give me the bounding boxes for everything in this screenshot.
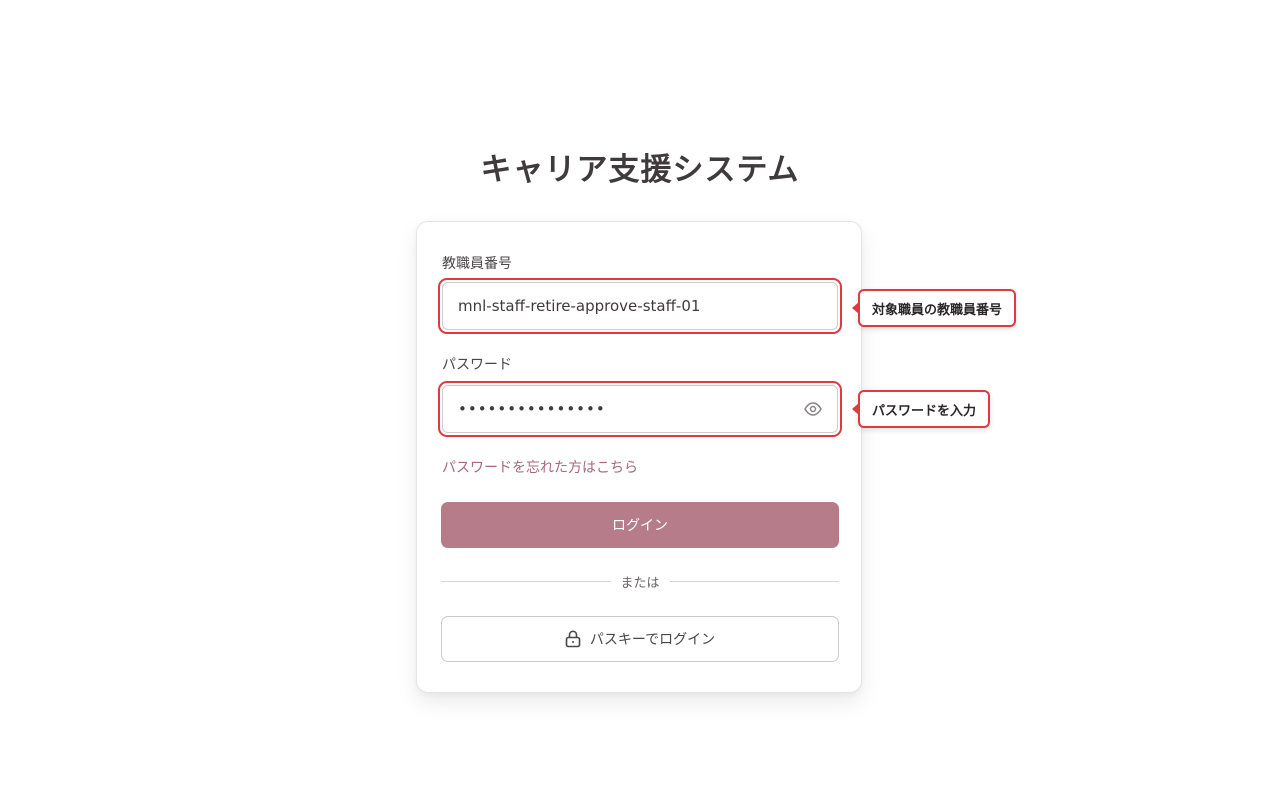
password-callout: パスワードを入力	[851, 390, 991, 428]
password-value: •••••••••••••••	[458, 400, 606, 418]
page-title: キャリア支援システム	[480, 152, 800, 188]
divider-text: または	[620, 575, 660, 591]
staff-id-input[interactable]: mnl-staff-retire-approve-staff-01	[442, 282, 838, 330]
forgot-password-link[interactable]: パスワードを忘れた方はこちら	[442, 458, 638, 478]
password-label: パスワード	[442, 357, 512, 373]
staff-id-value: mnl-staff-retire-approve-staff-01	[458, 297, 701, 315]
staff-id-label: 教職員番号	[442, 256, 512, 272]
passkey-login-button[interactable]: パスキーでログイン	[441, 616, 839, 662]
staff-id-callout: 対象職員の教職員番号	[851, 289, 1017, 327]
password-input[interactable]: •••••••••••••••	[442, 385, 838, 433]
login-button-label: ログイン	[612, 518, 668, 534]
or-divider: または	[441, 571, 840, 591]
staff-id-highlight: mnl-staff-retire-approve-staff-01	[438, 278, 842, 334]
divider-line-left	[441, 580, 611, 582]
password-highlight: •••••••••••••••	[438, 381, 842, 437]
login-card: 教職員番号 mnl-staff-retire-approve-staff-01 …	[416, 221, 862, 693]
divider-line-right	[669, 580, 840, 582]
login-page: キャリア支援システム 教職員番号 mnl-staff-retire-approv…	[0, 0, 1280, 800]
lock-icon	[565, 630, 581, 648]
passkey-button-label: パスキーでログイン	[589, 632, 716, 648]
eye-icon[interactable]	[803, 399, 823, 419]
login-button[interactable]: ログイン	[441, 502, 839, 548]
